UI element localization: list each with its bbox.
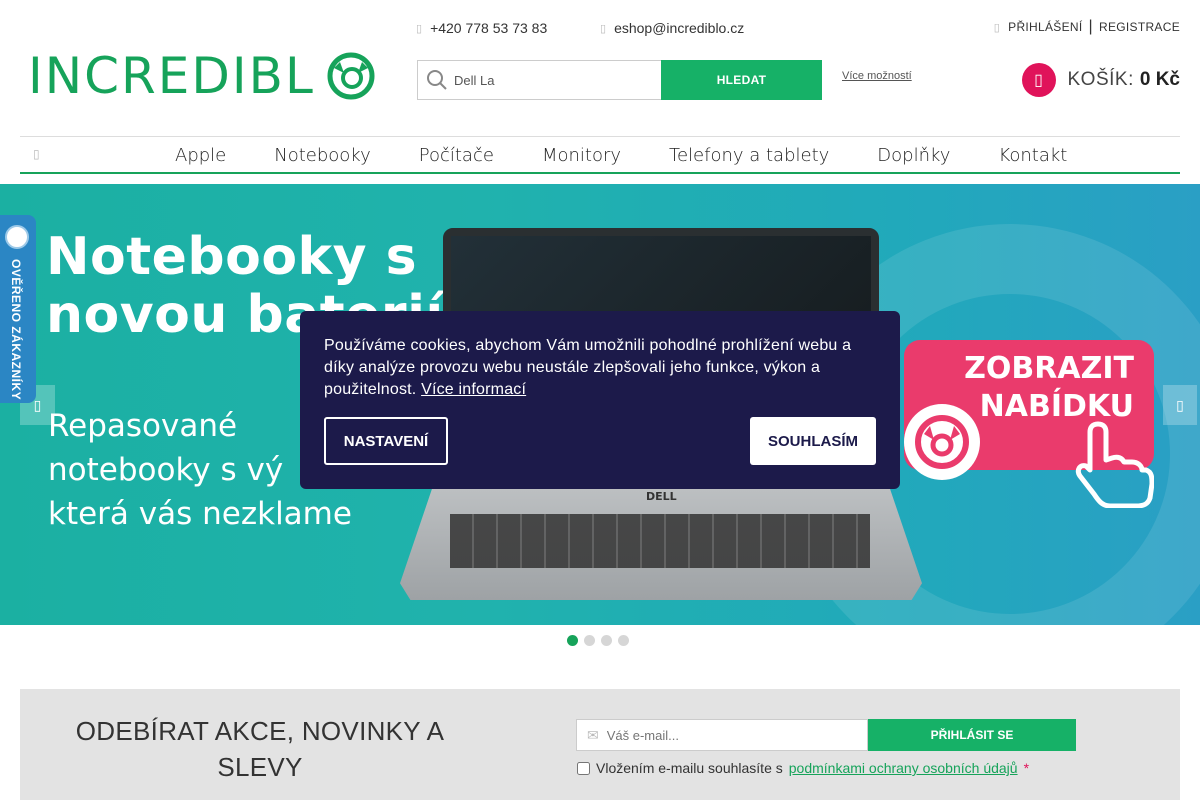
cart-price: 0 Kč <box>1139 69 1180 90</box>
phone-number: +420 778 53 73 83 <box>430 20 548 36</box>
envelope-icon: ✉ <box>587 726 599 743</box>
nav-item-telefony[interactable]: Telefony a tablety <box>669 145 829 166</box>
logo-text: INCREDIBL <box>28 47 315 105</box>
slider-dot-4[interactable] <box>618 635 629 646</box>
cookie-settings-button[interactable]: NASTAVENÍ <box>324 417 448 465</box>
slider-dot-1[interactable] <box>567 635 578 646</box>
cookie-more-info-link[interactable]: Více informací <box>421 381 526 398</box>
slider-dots <box>567 635 629 646</box>
email-address: eshop@incrediblo.cz <box>614 20 745 36</box>
search-box[interactable] <box>417 60 661 100</box>
slider-dot-2[interactable] <box>584 635 595 646</box>
newsletter-section: ODEBÍRAT AKCE, NOVINKY A SLEVY ✉ PŘIHLÁS… <box>20 689 1180 800</box>
verified-by-customers-badge[interactable]: OVĚŘENO ZÁKAZNÍKY <box>0 215 36 403</box>
site-logo[interactable]: INCREDIBL <box>28 50 378 102</box>
search-form: HLEDAT <box>417 60 822 100</box>
consent-text: Vložením e-mailu souhlasíte s <box>596 760 783 776</box>
sad-face-icon <box>904 404 980 480</box>
nav-item-pocitace[interactable]: Počítače <box>419 145 494 166</box>
newsletter-email-input[interactable] <box>606 727 847 743</box>
nav-item-doplnky[interactable]: Doplňky <box>877 145 950 166</box>
laptop-brand-logo: DELL <box>646 490 677 503</box>
cart-label: KOŠÍK: <box>1067 69 1134 90</box>
nav-item-notebooky[interactable]: Notebooky <box>274 145 371 166</box>
login-link[interactable]: PŘIHLÁŠENÍ <box>1008 20 1082 34</box>
cookie-agree-button[interactable]: SOUHLASÍM <box>750 417 876 465</box>
cart-icon[interactable]: ▯ <box>1021 63 1056 97</box>
main-nav: ▯ Apple Notebooky Počítače Monitory Tele… <box>20 136 1180 174</box>
privacy-policy-link[interactable]: podmínkami ochrany osobních údajů <box>789 760 1018 776</box>
required-mark: * <box>1023 760 1030 776</box>
account-separator: | <box>1088 18 1093 35</box>
more-options-link[interactable]: Více možností <box>842 70 912 82</box>
account-links: ▯ PŘIHLÁŠENÍ | REGISTRACE <box>994 18 1180 36</box>
cookie-message: Používáme cookies, abychom Vám umožnili … <box>324 335 876 401</box>
register-link[interactable]: REGISTRACE <box>1099 20 1180 34</box>
pointing-hand-icon <box>1075 421 1154 508</box>
search-input[interactable] <box>454 72 644 88</box>
slider-dot-3[interactable] <box>601 635 612 646</box>
hero-subtitle-line-3: která vás nezklame <box>48 496 352 532</box>
search-icon <box>427 70 447 90</box>
chevron-right-icon: ▯ <box>1176 396 1184 413</box>
cookie-text: Používáme cookies, abychom Vám umožnili … <box>324 337 852 398</box>
laptop-keyboard-image <box>450 514 870 568</box>
nav-item-apple[interactable]: Apple <box>175 145 226 166</box>
phone-icon: ▯ <box>416 22 423 35</box>
contact-email[interactable]: ▯ eshop@incrediblo.cz <box>600 20 744 36</box>
cookie-consent-dialog: Používáme cookies, abychom Vám umožnili … <box>300 311 900 489</box>
slider-next-button[interactable]: ▯ <box>1163 385 1197 425</box>
home-icon[interactable]: ▯ <box>33 147 40 161</box>
nav-item-monitory[interactable]: Monitory <box>542 145 621 166</box>
hero-title-line-1: Notebooky s <box>46 227 418 287</box>
newsletter-subscribe-button[interactable]: PŘIHLÁSIT SE <box>868 719 1076 751</box>
contact-phone[interactable]: ▯ +420 778 53 73 83 <box>416 20 547 36</box>
mail-icon: ▯ <box>600 22 607 35</box>
nav-item-kontakt[interactable]: Kontakt <box>998 145 1067 166</box>
verified-badge-text: OVĚŘENO ZÁKAZNÍKY <box>9 259 23 401</box>
newsletter-title: ODEBÍRAT AKCE, NOVINKY A SLEVY <box>75 716 445 782</box>
consent-checkbox[interactable] <box>577 761 590 775</box>
newsletter-email-box[interactable]: ✉ <box>576 719 868 751</box>
nav-items: Apple Notebooky Počítače Monitory Telefo… <box>175 137 1115 173</box>
cta-line-1: ZOBRAZIT <box>964 351 1134 386</box>
cart[interactable]: ▯ KOŠÍK: 0 Kč <box>1021 63 1180 97</box>
logo-owl-o-icon <box>327 52 375 100</box>
search-button[interactable]: HLEDAT <box>661 60 822 100</box>
newsletter-consent: Vložením e-mailu souhlasíte s podmínkami… <box>577 760 1029 776</box>
user-icon: ▯ <box>993 21 1001 34</box>
verified-seal-icon <box>5 225 29 249</box>
